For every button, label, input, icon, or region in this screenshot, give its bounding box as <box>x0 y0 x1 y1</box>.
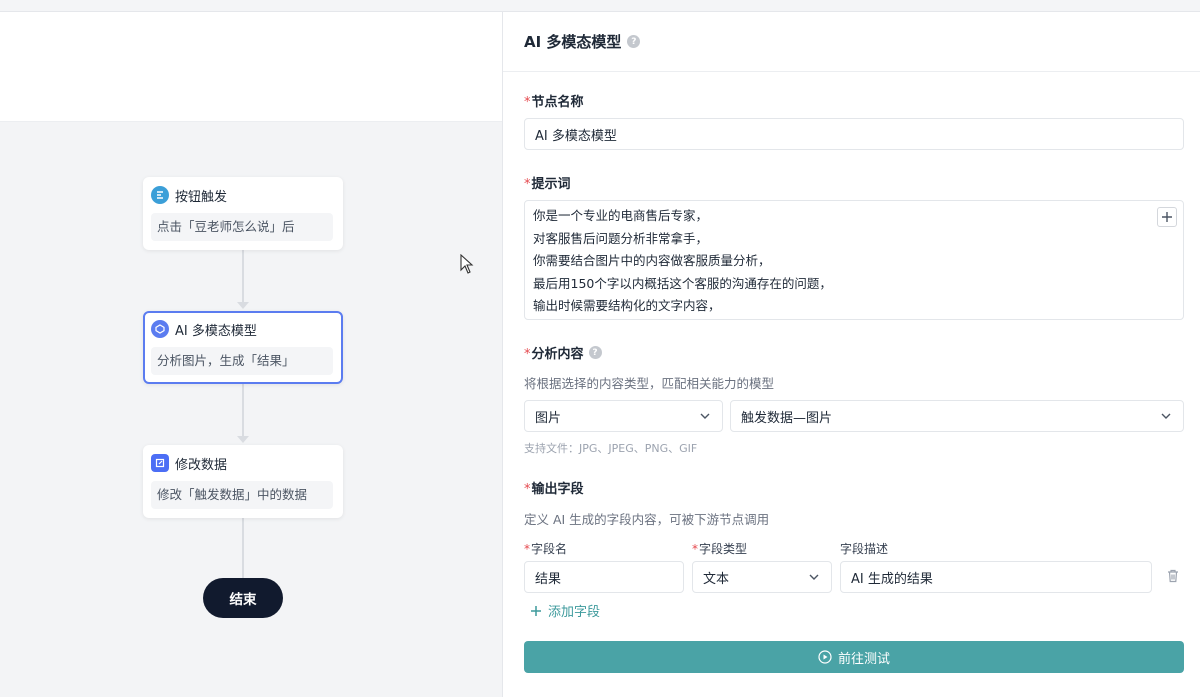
prompt-textarea[interactable]: 你是一个专业的电商售后专家， 对客服售后问题分析非常拿手， 你需要结合图片中的内… <box>524 200 1184 320</box>
content-type-value: 图片 <box>535 410 562 426</box>
content-source-select[interactable]: 触发数据—图片 <box>730 400 1184 432</box>
analysis-label: *分析内容 ? <box>524 343 602 362</box>
node-name-input[interactable]: AI 多模态模型 <box>524 118 1184 150</box>
prompt-line: 你是一个专业的电商售后专家， <box>533 208 709 223</box>
prompt-line: 你需要结合图片中的内容做客服质量分析， <box>533 253 771 268</box>
help-icon[interactable]: ? <box>627 35 641 48</box>
add-field-label: 添加字段 <box>548 605 601 620</box>
panel-header: AI 多模态模型 ? <box>503 12 1200 72</box>
chevron-down-icon <box>700 413 710 419</box>
field-type-value: 文本 <box>703 571 730 587</box>
node-title: 修改数据 <box>175 457 228 473</box>
prompt-line: 最后用150个字以内概括这个客服的沟通存在的问题， <box>533 275 832 291</box>
field-name-column-label: *字段名 <box>524 542 568 556</box>
top-strip <box>0 0 1200 12</box>
ai-model-icon <box>151 320 169 338</box>
trash-icon[interactable] <box>1165 568 1181 584</box>
prompt-line: 对客服售后问题分析非常拿手， <box>533 230 709 246</box>
panel-title: AI 多模态模型 <box>524 33 622 51</box>
go-to-test-button[interactable]: 前往测试 <box>524 641 1184 673</box>
node-config-panel: AI 多模态模型 ? *节点名称 AI 多模态模型 *提示词 你是一个专业的电商… <box>502 12 1200 697</box>
prompt-line: 输出时候需要结构化的文字内容， <box>533 298 721 313</box>
node-description: 修改「触发数据」中的数据 <box>151 481 333 509</box>
node-name-value: AI 多模态模型 <box>535 128 617 144</box>
prompt-label: *提示词 <box>524 177 571 192</box>
node-description: 分析图片，生成「结果」 <box>151 347 333 375</box>
field-name-input[interactable]: 结果 <box>524 561 684 593</box>
canvas-header <box>0 12 502 122</box>
node-description: 点击「豆老师怎么说」后 <box>151 213 333 241</box>
connector-line <box>242 518 244 578</box>
add-field-button[interactable]: 添加字段 <box>530 601 600 620</box>
field-desc-column-label: 字段描述 <box>840 542 889 556</box>
field-desc-value: AI 生成的结果 <box>851 571 933 587</box>
node-title: AI 多模态模型 <box>175 323 257 339</box>
connector-arrow <box>237 436 249 443</box>
end-node[interactable]: 结束 <box>203 578 283 618</box>
play-circle-icon <box>818 650 832 664</box>
node-title: 按钮触发 <box>175 189 228 205</box>
mouse-cursor-icon <box>460 254 474 274</box>
node-button-trigger[interactable]: 按钮触发 点击「豆老师怎么说」后 <box>143 177 343 250</box>
node-name-label: *节点名称 <box>524 95 584 110</box>
connector-arrow <box>237 302 249 309</box>
plus-icon <box>1162 212 1172 222</box>
field-desc-input[interactable]: AI 生成的结果 <box>840 561 1152 593</box>
plus-icon <box>531 605 541 616</box>
output-fields-hint: 定义 AI 生成的字段内容，可被下游节点调用 <box>524 512 770 527</box>
output-fields-label: *输出字段 <box>524 482 584 497</box>
insert-variable-button[interactable] <box>1157 207 1177 227</box>
required-mark: * <box>524 177 531 192</box>
chevron-down-icon <box>1161 413 1171 419</box>
field-type-select[interactable]: 文本 <box>692 561 832 593</box>
node-ai-multimodal[interactable]: AI 多模态模型 分析图片，生成「结果」 <box>143 311 343 384</box>
field-name-value: 结果 <box>535 571 562 587</box>
go-to-test-label: 前往测试 <box>837 651 890 667</box>
node-edit-data[interactable]: 修改数据 修改「触发数据」中的数据 <box>143 445 343 518</box>
help-icon[interactable]: ? <box>588 346 602 359</box>
content-source-value: 触发数据—图片 <box>741 410 833 426</box>
required-mark: * <box>524 482 531 497</box>
supported-files-hint: 支持文件：JPG、JPEG、PNG、GIF <box>524 442 698 455</box>
content-type-select[interactable]: 图片 <box>524 400 723 432</box>
button-trigger-icon <box>151 186 169 204</box>
connector-line <box>242 384 244 436</box>
required-mark: * <box>524 95 531 110</box>
required-mark: * <box>524 347 531 362</box>
analysis-hint: 将根据选择的内容类型，匹配相关能力的模型 <box>524 376 775 391</box>
edit-data-icon <box>151 454 169 472</box>
field-type-column-label: *字段类型 <box>692 542 748 556</box>
connector-line <box>242 250 244 302</box>
chevron-down-icon <box>809 574 819 580</box>
